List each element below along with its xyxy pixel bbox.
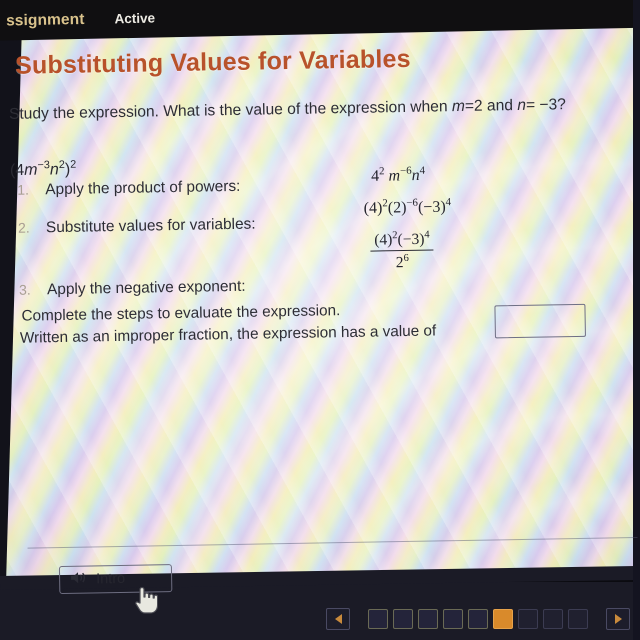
step-number-1: 1.	[17, 181, 30, 198]
prompt-line-1: Complete the steps to evaluate the expre…	[21, 302, 341, 325]
chevron-right-icon	[614, 614, 622, 624]
question-text: Study the expression. What is the value …	[8, 96, 567, 123]
page-square-9[interactable]	[568, 609, 588, 629]
chevron-left-icon	[334, 614, 342, 624]
prompt-line-2: Written as an improper fraction, the exp…	[19, 322, 437, 347]
speaker-icon	[70, 570, 87, 589]
fraction-denominator: 26	[395, 253, 409, 272]
step-row-1: 1. Apply the product of powers:	[17, 176, 357, 200]
fraction-numerator: (4)2(−3)4	[374, 229, 430, 249]
base-expression: (4m−3n2)2	[9, 158, 77, 180]
step-row-2: 2. Substitute values for variables:	[18, 214, 358, 238]
step-label-2: Substitute values for variables:	[45, 215, 256, 237]
step-number-3: 3.	[18, 281, 31, 298]
step-label-3: Apply the negative exponent:	[46, 277, 246, 299]
intro-button-label: Intro	[95, 570, 126, 588]
step-row-3: 3. Apply the negative exponent:	[19, 276, 359, 300]
math-step-1-result: 42 m−6n4	[370, 164, 426, 185]
page-square-8[interactable]	[543, 609, 563, 629]
pager-prev-button[interactable]	[326, 608, 350, 630]
math-step-3-fraction: (4)2(−3)4 26	[370, 229, 434, 273]
intro-button[interactable]: Intro	[58, 564, 173, 595]
page-square-7[interactable]	[518, 609, 538, 629]
page-navigation	[326, 608, 630, 630]
step-number-2: 2.	[17, 219, 30, 236]
page-square-2[interactable]	[393, 609, 413, 629]
variable-m: m	[451, 97, 466, 116]
screenshot-root: ssignment Active Substituting Values for…	[0, 0, 640, 640]
steps-list: 1. Apply the product of powers: 2. Subst…	[17, 176, 359, 300]
page-square-3[interactable]	[418, 609, 438, 629]
footer-divider	[27, 536, 638, 549]
page-title: Substituting Values for Variables	[14, 44, 411, 80]
page-square-1[interactable]	[368, 609, 388, 629]
variable-n: n	[517, 96, 527, 114]
page-square-4[interactable]	[443, 609, 463, 629]
step-label-1: Apply the product of powers:	[45, 177, 241, 199]
page-square-5[interactable]	[468, 609, 488, 629]
lesson-content: Substituting Values for Variables Study …	[0, 0, 640, 595]
math-step-2-result: (4)2(2)−6(−3)4	[363, 196, 452, 218]
math-column: 42 m−6n4 (4)2(2)−6(−3)4 (4)2(−3)4 26	[363, 162, 595, 273]
page-square-6-current[interactable]	[493, 609, 513, 629]
pager-next-button[interactable]	[606, 608, 630, 630]
answer-input[interactable]	[494, 303, 586, 339]
